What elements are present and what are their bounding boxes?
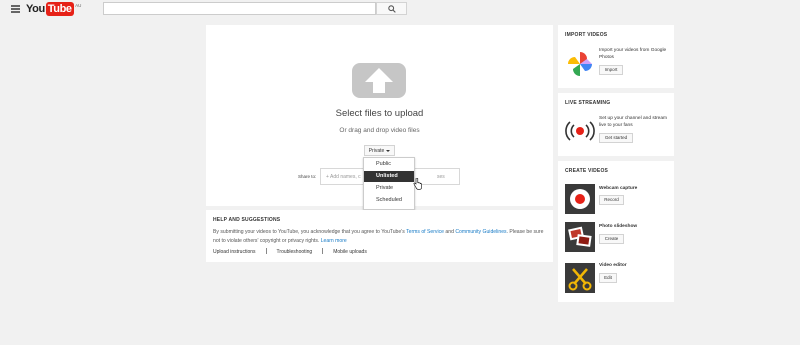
import-description: Import your videos from Google Photos — [599, 48, 667, 60]
import-title: IMPORT VIDEOS — [565, 32, 608, 38]
scissors-icon — [565, 263, 595, 293]
help-links: Upload instructions Troubleshooting Mobile… — [213, 248, 367, 255]
youtube-logo[interactable]: You Tube AU — [26, 2, 81, 16]
privacy-option-scheduled[interactable]: Scheduled — [364, 195, 414, 206]
search-input[interactable] — [103, 2, 376, 15]
help-suggestions-panel: HELP AND SUGGESTIONS By submitting your … — [206, 210, 553, 262]
hand-cursor-icon — [413, 178, 422, 190]
troubleshooting-link[interactable]: Troubleshooting — [277, 249, 313, 255]
create-button[interactable]: Create — [599, 234, 624, 244]
help-title: HELP AND SUGGESTIONS — [213, 217, 281, 223]
divider — [322, 248, 324, 254]
import-button[interactable]: Import — [599, 65, 623, 75]
search-button[interactable] — [376, 2, 407, 15]
import-videos-card: IMPORT VIDEOS Import your videos from Go… — [558, 25, 674, 88]
caret-down-icon — [386, 149, 391, 152]
community-guidelines-link[interactable]: Community Guidelines — [455, 229, 506, 235]
get-started-button[interactable]: Get started — [599, 133, 633, 143]
learn-more-link[interactable]: Learn more — [321, 238, 347, 244]
live-broadcast-icon — [565, 121, 595, 141]
create-videos-card: CREATE VIDEOS Webcam capture Record Phot… — [558, 161, 674, 302]
edit-button[interactable]: Edit — [599, 273, 617, 283]
masthead: You Tube AU — [0, 0, 800, 18]
webcam-record-icon — [565, 184, 595, 214]
help-text: By submitting your videos to YouTube, yo… — [213, 228, 548, 245]
privacy-option-private[interactable]: Private — [364, 183, 414, 194]
mobile-uploads-link[interactable]: Mobile uploads — [333, 249, 367, 255]
terms-of-service-link[interactable]: Terms of Service — [406, 229, 444, 235]
live-streaming-card: LIVE STREAMING Set up your channel and s… — [558, 93, 674, 156]
privacy-selected-label: Private — [368, 147, 385, 154]
photo-slideshow-icon — [565, 222, 595, 252]
google-photos-icon — [568, 52, 592, 76]
divider — [265, 248, 267, 254]
upload-arrow-icon[interactable] — [352, 63, 406, 98]
privacy-option-public[interactable]: Public — [364, 159, 414, 170]
record-button[interactable]: Record — [599, 195, 624, 205]
photo-slideshow-label: Photo slideshow — [599, 224, 638, 229]
upload-instructions-link[interactable]: Upload instructions — [213, 249, 256, 255]
share-input-placeholder-tail: ses — [437, 174, 445, 180]
live-description: Set up your channel and stream live to y… — [599, 116, 667, 128]
help-text-and: and — [444, 229, 456, 235]
live-title: LIVE STREAMING — [565, 100, 611, 106]
search-icon — [388, 5, 396, 13]
upload-drag-hint: Or drag and drop video files — [339, 127, 420, 134]
help-text-part-1: By submitting your videos to YouTube, yo… — [213, 229, 407, 235]
video-editor-label: Video editor — [599, 263, 627, 268]
logo-tube-text: Tube — [45, 2, 74, 16]
logo-you-text: You — [26, 3, 45, 15]
guide-menu-icon[interactable] — [11, 5, 20, 13]
privacy-dropdown-button[interactable]: Private — [364, 145, 395, 156]
privacy-option-unlisted[interactable]: Unlisted — [364, 171, 414, 182]
share-input-placeholder: + Add names, c — [326, 174, 361, 180]
share-to-label: Share to: — [298, 174, 317, 179]
create-title: CREATE VIDEOS — [565, 168, 609, 174]
privacy-dropdown-menu: Public Unlisted Private Scheduled — [363, 157, 415, 210]
logo-region-label: AU — [75, 3, 82, 8]
upload-title[interactable]: Select files to upload — [206, 108, 553, 119]
webcam-capture-label: Webcam capture — [599, 186, 638, 191]
